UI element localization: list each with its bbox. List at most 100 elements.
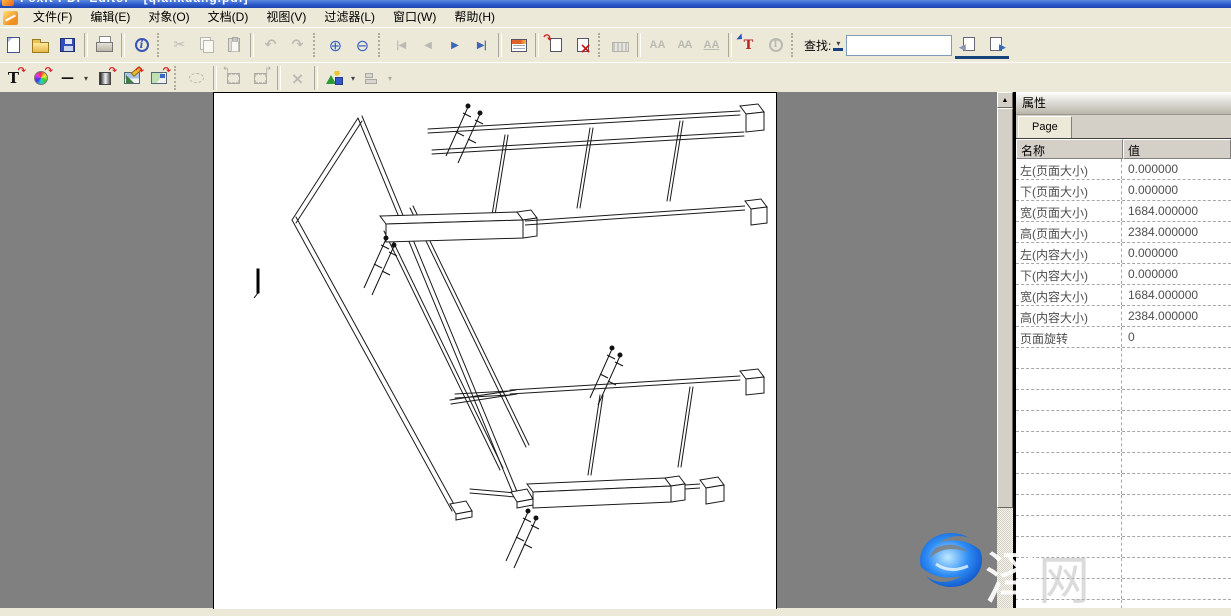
align-icon	[365, 73, 378, 84]
property-row-empty	[1016, 495, 1231, 516]
property-value[interactable]: 1684.000000	[1122, 285, 1231, 305]
new-document-button[interactable]	[0, 33, 27, 58]
edit-image-button[interactable]	[118, 66, 145, 91]
menu-filter[interactable]: 过滤器(L)	[315, 8, 384, 27]
property-value[interactable]: 0.000000	[1122, 180, 1231, 200]
dropdown-caret-icon[interactable]: ▾	[348, 74, 358, 83]
save-document-button[interactable]	[54, 33, 81, 58]
add-color-button[interactable]	[27, 66, 54, 91]
property-row[interactable]: 高(页面大小)2384.000000	[1016, 222, 1231, 243]
document-area: ▲ 属性 Page 名称 值 左(页面大小)0.000000下(页面大小)0.0…	[0, 92, 1231, 608]
property-value[interactable]: 2384.000000	[1122, 222, 1231, 242]
print-button[interactable]	[91, 33, 118, 58]
insert-text-button[interactable]: T	[735, 33, 762, 58]
menu-file[interactable]: 文件(F)	[24, 8, 81, 27]
property-row-empty	[1016, 390, 1231, 411]
undo-button: ↶	[257, 33, 284, 58]
property-value[interactable]: 0.000000	[1122, 159, 1231, 179]
rotate-object-right-button	[247, 66, 274, 91]
property-row[interactable]: 高(内容大小)2384.000000	[1016, 306, 1231, 327]
property-value[interactable]: 0	[1122, 327, 1231, 347]
property-row[interactable]: 下(内容大小)0.000000	[1016, 264, 1231, 285]
vertical-scrollbar[interactable]: ▲	[997, 92, 1013, 608]
dropdown-caret-icon[interactable]: ▾	[833, 39, 843, 51]
property-value[interactable]: 0.000000	[1122, 264, 1231, 284]
property-row-empty	[1016, 558, 1231, 579]
open-document-button[interactable]	[27, 33, 54, 58]
property-row-empty	[1016, 600, 1231, 608]
imgedit-icon	[124, 72, 140, 84]
property-name	[1016, 474, 1122, 494]
column-name: 名称	[1016, 139, 1123, 159]
property-value	[1122, 390, 1231, 410]
pagesetup-icon	[511, 39, 527, 52]
property-row[interactable]: 页面旋转0	[1016, 327, 1231, 348]
property-row[interactable]: 宽(内容大小)1684.000000	[1016, 285, 1231, 306]
findprev-icon	[963, 37, 975, 51]
property-value	[1122, 348, 1231, 368]
property-name: 下(内容大小)	[1016, 264, 1122, 284]
property-row-empty	[1016, 432, 1231, 453]
property-value	[1122, 537, 1231, 557]
nav-icon: ▶	[451, 40, 458, 51]
property-name	[1016, 537, 1122, 557]
scroll-up-button[interactable]: ▲	[997, 92, 1013, 108]
toolbar-separator	[498, 33, 502, 57]
find-previous-button[interactable]	[955, 31, 982, 59]
property-name: 左(内容大小)	[1016, 243, 1122, 263]
find-next-button[interactable]	[982, 31, 1009, 59]
colorwheel-icon	[34, 71, 48, 85]
line-style-button[interactable]: —	[54, 66, 81, 91]
menu-view[interactable]: 视图(V)	[257, 8, 315, 27]
deletepage-icon	[577, 38, 589, 52]
property-name	[1016, 348, 1122, 368]
property-row[interactable]: 下(页面大小)0.000000	[1016, 180, 1231, 201]
paste-button	[220, 33, 247, 58]
fontsp-icon: AA	[678, 39, 692, 51]
delete-page-button[interactable]	[569, 33, 596, 58]
property-value[interactable]: 1684.000000	[1122, 201, 1231, 221]
zoom-out-button[interactable]: ⊖	[349, 33, 376, 58]
insert-page-button[interactable]	[542, 33, 569, 58]
insert-shape-button[interactable]	[321, 66, 348, 91]
property-name: 高(页面大小)	[1016, 222, 1122, 242]
property-value[interactable]: 0.000000	[1122, 243, 1231, 263]
document-info-button[interactable]: i	[128, 33, 155, 58]
delx-icon: ×	[291, 69, 304, 88]
last-page-button[interactable]: ▶|	[468, 33, 495, 58]
property-value[interactable]: 2384.000000	[1122, 306, 1231, 326]
replace-image-button[interactable]	[145, 66, 172, 91]
property-row[interactable]: 宽(页面大小)1684.000000	[1016, 201, 1231, 222]
property-row[interactable]: 左(内容大小)0.000000	[1016, 243, 1231, 264]
fontw-icon: AA	[704, 39, 720, 51]
pdf-page[interactable]	[213, 92, 777, 609]
virtual-keyboard-button	[607, 33, 634, 58]
page-layout-button[interactable]	[505, 33, 532, 58]
watermark-swirl-logo	[916, 530, 986, 590]
property-row-empty	[1016, 537, 1231, 558]
redo-button: ↷	[284, 33, 311, 58]
menu-help[interactable]: 帮助(H)	[445, 8, 504, 27]
tab-page[interactable]: Page	[1018, 116, 1072, 138]
next-page-button[interactable]: ▶	[441, 33, 468, 58]
toolbar-separator	[121, 33, 125, 57]
property-row-empty	[1016, 348, 1231, 369]
menu-window[interactable]: 窗口(W)	[384, 8, 445, 27]
menu-doc[interactable]: 文档(D)	[199, 8, 258, 27]
add-text-button[interactable]: T	[0, 66, 27, 91]
zoom-in-button[interactable]: ⊕	[322, 33, 349, 58]
dropdown-caret-icon[interactable]: ▾	[81, 74, 91, 83]
find-input[interactable]	[846, 35, 952, 56]
first-page-button: |◀	[387, 33, 414, 58]
undo-icon: ↶	[265, 37, 277, 53]
application-window: Foxit PDF Editor - [qiankuang.pdf] 文件(F)…	[0, 0, 1231, 608]
add-shading-button[interactable]	[91, 66, 118, 91]
title-bar: Foxit PDF Editor - [qiankuang.pdf]	[0, 0, 1231, 8]
property-name: 下(页面大小)	[1016, 180, 1122, 200]
property-row[interactable]: 左(页面大小)0.000000	[1016, 159, 1231, 180]
menu-object[interactable]: 对象(O)	[139, 8, 198, 27]
cut-button: ✂	[166, 33, 193, 58]
menu-edit[interactable]: 编辑(E)	[81, 8, 139, 27]
scrollbar-thumb[interactable]	[997, 108, 1013, 508]
dropdown-caret-icon[interactable]: ▾	[385, 74, 395, 83]
